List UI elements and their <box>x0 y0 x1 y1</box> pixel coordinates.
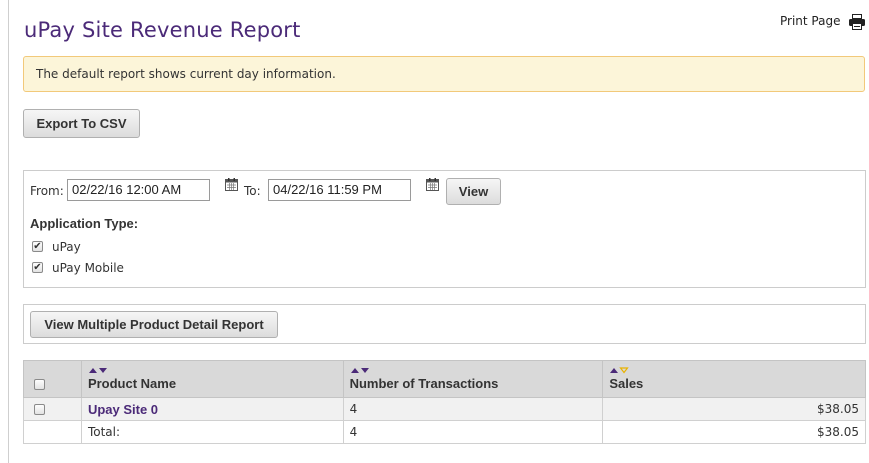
info-notice: The default report shows current day inf… <box>23 56 865 92</box>
sort-arrows-icon[interactable] <box>609 365 630 375</box>
page-left-border <box>8 0 9 463</box>
product-name-cell: Upay Site 0 <box>80 397 344 421</box>
column-header-sales[interactable]: Sales <box>602 360 866 398</box>
app-type-upay-mobile-label: uPay Mobile <box>52 261 124 275</box>
transactions-cell: 4 <box>342 397 604 421</box>
total-label-cell: Total: <box>80 420 344 444</box>
application-type-label: Application Type: <box>30 216 139 231</box>
to-date-field[interactable]: 04/22/16 11:59 PM <box>268 179 411 201</box>
from-label: From: <box>30 184 64 198</box>
select-all-checkbox[interactable] <box>34 379 45 390</box>
column-label: Product Name <box>87 376 177 391</box>
row-checkbox[interactable] <box>34 403 45 415</box>
sort-arrows-icon[interactable] <box>88 365 108 375</box>
app-type-upay-label: uPay <box>52 240 81 254</box>
table-header-row: Product Name Number of Transactions Sale… <box>23 360 866 398</box>
calendar-icon[interactable] <box>225 178 238 191</box>
print-page-link[interactable]: Print Page <box>780 14 840 28</box>
notice-text: The default report shows current day inf… <box>36 67 336 81</box>
view-multiple-product-detail-button[interactable]: View Multiple Product Detail Report <box>30 311 278 338</box>
total-transactions-cell: 4 <box>342 420 604 444</box>
printer-icon[interactable] <box>848 13 866 31</box>
column-header-number-of-transactions[interactable]: Number of Transactions <box>342 360 604 398</box>
sort-arrows-icon[interactable] <box>350 365 370 375</box>
column-label: Number of Transactions <box>349 376 499 391</box>
calendar-icon[interactable] <box>426 178 439 191</box>
sales-cell: $38.05 <box>602 397 866 421</box>
column-label: Sales <box>609 376 644 391</box>
export-csv-button[interactable]: Export To CSV <box>23 109 140 138</box>
page-title: uPay Site Revenue Report <box>24 18 301 42</box>
column-header-product-name[interactable]: Product Name <box>80 360 344 398</box>
select-all-cell <box>23 360 82 398</box>
from-date-field[interactable]: 02/22/16 12:00 AM <box>67 179 210 201</box>
row-select-cell <box>23 397 82 421</box>
app-type-upay-checkbox[interactable]: ✔ <box>32 241 43 252</box>
total-sales-cell: $38.05 <box>602 420 866 444</box>
to-label: To: <box>244 184 261 198</box>
total-empty-cell <box>23 420 82 444</box>
table-row: Upay Site 0 4 $38.05 <box>23 397 866 421</box>
revenue-table: Product Name Number of Transactions Sale… <box>23 360 866 444</box>
product-link[interactable]: Upay Site 0 <box>88 402 158 417</box>
table-total-row: Total: 4 $38.05 <box>23 420 866 444</box>
view-button[interactable]: View <box>446 178 501 205</box>
app-type-upay-mobile-checkbox[interactable]: ✔ <box>32 262 43 273</box>
